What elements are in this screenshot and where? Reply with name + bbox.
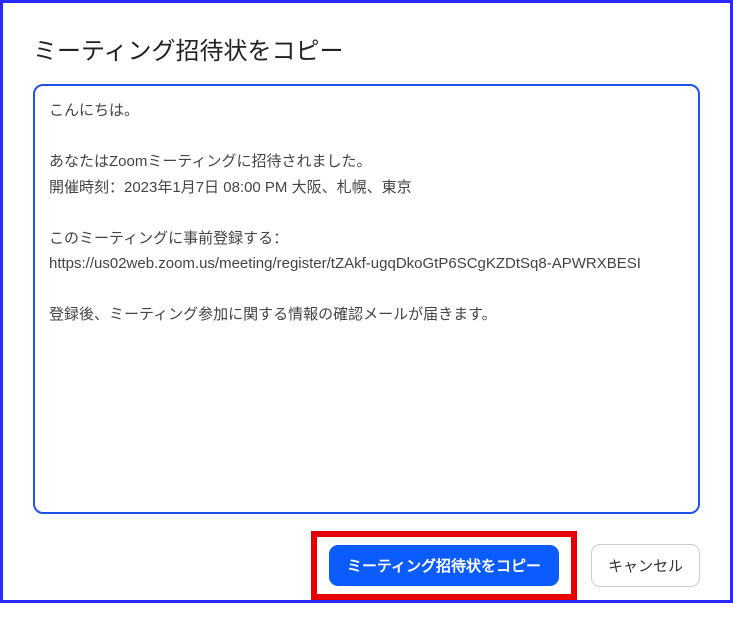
modal-title: ミーティング招待状をコピー	[33, 31, 700, 66]
cancel-button[interactable]: キャンセル	[591, 544, 700, 587]
copy-invitation-button[interactable]: ミーティング招待状をコピー	[329, 545, 559, 586]
copy-invitation-modal: ミーティング招待状をコピー ミーティング招待状をコピー キャンセル	[3, 3, 730, 618]
invitation-textarea[interactable]	[33, 84, 700, 514]
modal-frame: ミーティング招待状をコピー ミーティング招待状をコピー キャンセル	[0, 0, 733, 603]
button-row: ミーティング招待状をコピー キャンセル	[33, 531, 700, 600]
annotation-highlight-box: ミーティング招待状をコピー	[311, 531, 577, 600]
